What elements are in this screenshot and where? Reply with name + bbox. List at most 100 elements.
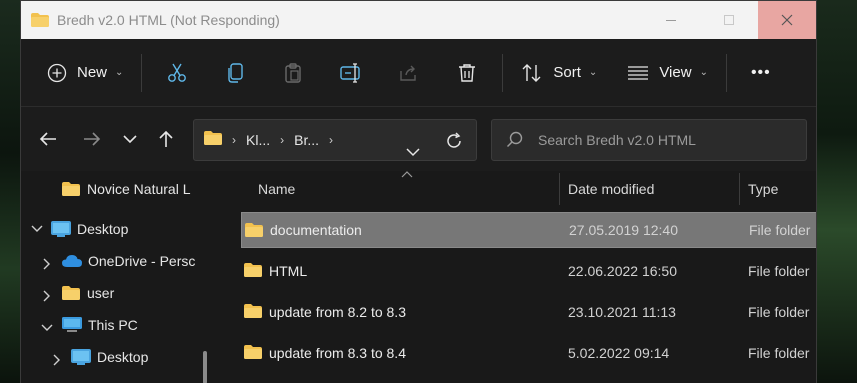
navigation-bar: › Kl... › Br... › Search Bredh v2.0 HTML	[21, 107, 816, 171]
share-button[interactable]	[380, 53, 438, 93]
arrow-left-icon	[39, 132, 56, 146]
breadcrumb-item[interactable]: Br...	[294, 132, 319, 148]
delete-button[interactable]	[438, 53, 496, 93]
more-icon: •••	[750, 63, 771, 81]
table-row[interactable]: update from 8.3 to 8.4 5.02.2022 09:14 F…	[241, 335, 816, 371]
forward-button[interactable]	[72, 119, 112, 159]
column-header-date[interactable]: Date modified	[568, 171, 654, 207]
toolbar-separator	[502, 53, 504, 92]
close-button[interactable]	[758, 1, 816, 39]
window-title: Bredh v2.0 HTML (Not Responding)	[57, 12, 280, 28]
table-row[interactable]: update from 8.2 to 8.3 23.10.2021 11:13 …	[241, 294, 816, 330]
up-button[interactable]	[146, 119, 186, 159]
pc-icon	[62, 317, 82, 332]
breadcrumb-separator-icon: ›	[329, 133, 334, 147]
folder-icon	[244, 304, 262, 321]
command-bar: New ⌄ Sort ⌄ View ⌄ •••	[21, 39, 816, 107]
file-list: Name Date modified Type documentation 27…	[241, 169, 816, 383]
paste-button[interactable]	[264, 53, 322, 93]
sidebar-item-label: Desktop	[77, 221, 129, 237]
breadcrumb-separator-icon: ›	[232, 133, 236, 147]
column-header-name[interactable]: Name	[258, 171, 295, 207]
sidebar-item-label: OneDrive - Persc	[88, 253, 196, 269]
breadcrumb-item[interactable]: Kl...	[246, 132, 270, 148]
sidebar-item-user[interactable]: user	[62, 285, 196, 301]
file-date: 5.02.2022 09:14	[568, 345, 670, 361]
sort-label: Sort	[553, 64, 581, 81]
desktop-wallpaper-left	[0, 0, 20, 383]
rename-button[interactable]	[322, 53, 380, 93]
table-row[interactable]: documentation 27.05.2019 12:40 File fold…	[241, 212, 816, 248]
chevron-down-icon	[123, 135, 137, 144]
refresh-button[interactable]	[444, 130, 464, 156]
table-row[interactable]: HTML 22.06.2022 16:50 File folder	[241, 253, 816, 289]
paste-icon	[285, 62, 302, 83]
search-input[interactable]: Search Bredh v2.0 HTML	[491, 119, 807, 161]
address-bar[interactable]: › Kl... › Br... ›	[193, 119, 477, 161]
sidebar-item-pc-desktop[interactable]: Desktop	[71, 349, 199, 365]
new-button[interactable]: New ⌄	[35, 53, 135, 93]
cut-button[interactable]	[148, 53, 206, 93]
share-icon	[400, 65, 417, 81]
folder-icon	[62, 182, 80, 196]
chevron-down-icon[interactable]	[31, 222, 43, 236]
address-dropdown-button[interactable]	[406, 132, 420, 162]
folder-icon	[244, 345, 262, 362]
column-divider[interactable]	[559, 173, 560, 205]
chevron-right-icon[interactable]	[43, 258, 51, 273]
toolbar-separator	[141, 53, 143, 92]
recent-locations-button[interactable]	[110, 119, 150, 159]
sidebar-item-onedrive[interactable]: OneDrive - Persc	[62, 253, 196, 269]
column-divider[interactable]	[739, 173, 740, 205]
chevron-right-icon[interactable]	[43, 290, 51, 305]
sidebar-item-this-pc[interactable]: This PC	[62, 317, 196, 333]
desktop-icon	[51, 221, 71, 237]
plus-circle-icon	[47, 63, 67, 82]
chevron-down-icon: ⌄	[699, 67, 708, 78]
file-date: 27.05.2019 12:40	[569, 222, 678, 238]
chevron-down-icon	[406, 148, 420, 157]
folder-icon	[62, 286, 80, 300]
explorer-window: Bredh v2.0 HTML (Not Responding) New ⌄ S…	[20, 0, 817, 383]
sort-button[interactable]: Sort ⌄	[509, 53, 609, 93]
folder-icon	[31, 13, 49, 27]
copy-icon	[228, 62, 244, 83]
sort-icon	[522, 63, 541, 82]
minimize-button[interactable]	[642, 1, 700, 39]
chevron-right-icon[interactable]	[53, 354, 61, 369]
view-list-icon	[628, 65, 649, 80]
file-type: File folder	[748, 304, 810, 320]
sidebar-item-label: user	[87, 285, 115, 301]
file-type: File folder	[748, 263, 810, 279]
rename-icon	[340, 62, 361, 83]
back-button[interactable]	[28, 119, 68, 159]
minimize-icon	[666, 19, 676, 21]
arrow-right-icon	[84, 132, 101, 146]
sort-ascending-icon	[401, 169, 413, 181]
copy-button[interactable]	[206, 53, 264, 93]
view-button[interactable]: View ⌄	[615, 53, 720, 93]
file-type: File folder	[748, 345, 810, 361]
sidebar-item-novice-natural[interactable]: Novice Natural L	[62, 181, 202, 197]
trash-icon	[459, 63, 476, 82]
search-placeholder: Search Bredh v2.0 HTML	[538, 132, 696, 148]
title-bar[interactable]: Bredh v2.0 HTML (Not Responding)	[21, 1, 816, 39]
desktop-wallpaper-right	[817, 0, 857, 383]
column-header-label: Name	[258, 181, 296, 197]
sidebar-item-label: Novice Natural L	[87, 181, 191, 197]
sidebar-item-label: This PC	[88, 317, 138, 333]
file-type: File folder	[749, 222, 811, 238]
column-header-type[interactable]: Type	[748, 171, 778, 207]
sidebar-scrollbar[interactable]	[203, 351, 207, 383]
file-name: HTML	[269, 263, 308, 279]
chevron-down-icon[interactable]	[41, 321, 53, 335]
content-area: Novice Natural L Desktop OneDrive - Pers…	[21, 169, 816, 383]
file-name: documentation	[270, 222, 362, 238]
maximize-icon	[724, 15, 734, 25]
more-options-button[interactable]: •••	[739, 53, 783, 93]
breadcrumb-separator-icon: ›	[280, 133, 285, 147]
maximize-button[interactable]	[700, 1, 758, 39]
sidebar-item-desktop[interactable]: Desktop	[51, 221, 201, 237]
column-header-label: Type	[748, 181, 779, 197]
new-label: New	[77, 64, 108, 81]
